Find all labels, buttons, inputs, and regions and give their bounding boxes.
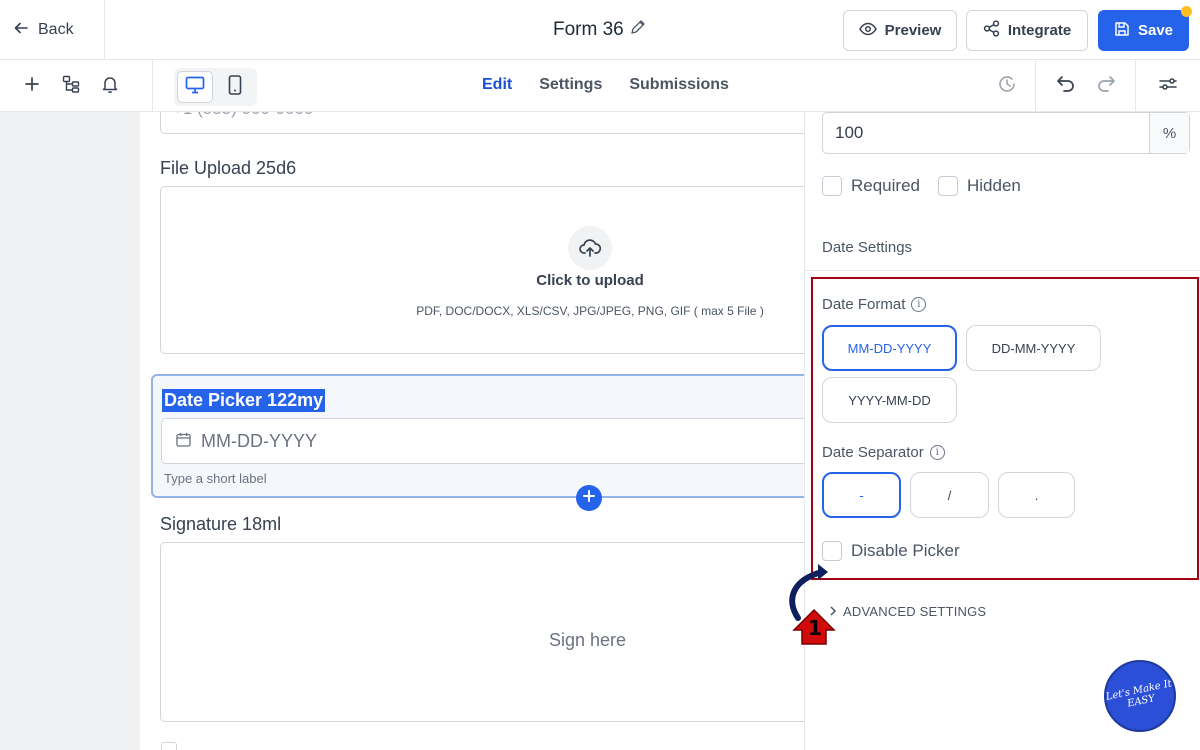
desktop-view-button[interactable]	[177, 71, 213, 103]
form-title-text: Form 36	[553, 19, 624, 40]
upload-cloud-icon	[568, 226, 612, 270]
back-button[interactable]: Back	[0, 0, 105, 60]
field-settings-button[interactable]	[1135, 60, 1200, 112]
highlight-box	[811, 277, 1199, 580]
date-separator-label: Date Separator	[822, 444, 924, 461]
device-toggle	[174, 68, 257, 106]
info-icon[interactable]: i	[911, 297, 927, 312]
date-picker-label[interactable]: Date Picker 122my	[162, 389, 326, 412]
form-canvas: +1 (555) 000-0000 File Upload 25d6 Click…	[140, 112, 804, 750]
eye-icon	[858, 22, 877, 40]
desktop-icon	[185, 76, 205, 99]
partial-checkbox[interactable]	[161, 742, 177, 750]
sliders-icon	[1159, 76, 1177, 97]
disable-picker-checkbox-box[interactable]	[822, 541, 842, 561]
canvas-background	[0, 112, 140, 750]
tab-settings[interactable]: Settings	[539, 76, 602, 94]
file-upload-dropzone[interactable]	[160, 186, 804, 354]
floppy-icon	[1114, 21, 1130, 41]
file-upload-label: File Upload 25d6	[160, 158, 297, 178]
signature-label: Signature 18ml	[160, 514, 282, 534]
required-checkbox-box[interactable]	[822, 176, 842, 196]
date-picker-placeholder: MM-DD-YYYY	[201, 430, 317, 451]
tab-submissions[interactable]: Submissions	[629, 76, 729, 94]
plus-icon[interactable]	[24, 76, 40, 97]
notification-dot	[1181, 6, 1192, 17]
calendar-icon	[176, 431, 191, 452]
hidden-checkbox[interactable]: Hidden	[938, 176, 1021, 196]
tab-bar: Edit Settings Submissions	[482, 76, 729, 94]
width-value[interactable]: 100	[823, 113, 1149, 153]
top-bar: Back Form 36 Preview Integrate Save	[0, 0, 1200, 60]
history-button[interactable]	[981, 60, 1033, 112]
app-root: Back Form 36 Preview Integrate Save Edit…	[0, 0, 1200, 750]
phone-input[interactable]: +1 (555) 000-0000	[160, 112, 804, 134]
separator-dash[interactable]: -	[822, 472, 901, 518]
date-separator-heading: Date Separator i	[822, 444, 945, 461]
separator-dot[interactable]: .	[998, 472, 1075, 518]
advanced-settings-label: ADVANCED SETTINGS	[843, 604, 987, 619]
mobile-view-button[interactable]	[217, 71, 253, 103]
arrow-left-icon	[14, 21, 28, 40]
plus-icon	[583, 489, 595, 507]
upload-cta[interactable]: Click to upload	[160, 272, 804, 289]
hidden-label: Hidden	[967, 176, 1021, 195]
format-mm-dd-yyyy[interactable]: MM-DD-YYYY	[822, 325, 957, 371]
date-picker-input[interactable]: MM-DD-YYYY	[161, 418, 804, 464]
save-label: Save	[1137, 22, 1174, 39]
upload-file-types: PDF, DOC/DOCX, XLS/CSV, JPG/JPEG, PNG, G…	[416, 304, 764, 318]
undo-redo-group	[1035, 60, 1135, 112]
tab-edit[interactable]: Edit	[482, 76, 512, 94]
mobile-icon	[228, 74, 242, 100]
preview-label: Preview	[884, 22, 942, 39]
integrate-button[interactable]: Integrate	[966, 10, 1088, 51]
signature-pad[interactable]	[160, 542, 804, 722]
watermark-badge: Let's Make It EASY	[1104, 660, 1176, 732]
date-picker-field[interactable]: Date Picker 122my MM-DD-YYYY Type a shor…	[151, 374, 804, 498]
editor-toolbar: Edit Settings Submissions	[0, 60, 1200, 112]
required-label: Required	[851, 176, 920, 195]
advanced-settings-toggle[interactable]: ADVANCED SETTINGS	[829, 604, 986, 619]
required-checkbox[interactable]: Required	[822, 176, 920, 196]
redo-icon[interactable]	[1096, 75, 1116, 98]
preview-button[interactable]: Preview	[843, 10, 957, 51]
share-icon	[983, 20, 1000, 41]
section-divider	[805, 270, 1200, 271]
back-label: Back	[38, 21, 74, 38]
bell-icon[interactable]	[102, 75, 118, 98]
info-icon[interactable]: i	[929, 445, 945, 460]
format-yyyy-mm-dd[interactable]: YYYY-MM-DD	[822, 377, 957, 423]
width-input[interactable]: 100 %	[822, 112, 1190, 154]
pencil-icon[interactable]	[630, 19, 646, 41]
disable-picker-label: Disable Picker	[851, 541, 960, 560]
step-number: 1	[808, 616, 822, 640]
settings-panel: 100 % Required Hidden Date Settings Date…	[804, 112, 1200, 750]
date-settings-title: Date Settings	[822, 239, 913, 256]
hidden-checkbox-box[interactable]	[938, 176, 958, 196]
watermark-text: Let's Make It EASY	[1104, 678, 1173, 710]
signature-placeholder: Sign here	[549, 630, 627, 650]
date-format-label: Date Format	[822, 296, 906, 313]
format-dd-mm-yyyy[interactable]: DD-MM-YYYY	[966, 325, 1101, 371]
integrate-label: Integrate	[1007, 22, 1072, 39]
structure-icon[interactable]	[62, 75, 80, 98]
disable-picker-checkbox[interactable]: Disable Picker	[822, 541, 960, 561]
separator-slash[interactable]: /	[910, 472, 989, 518]
date-picker-help-text: Type a short label	[164, 471, 267, 486]
toolbar-left-group	[0, 60, 153, 112]
form-title[interactable]: Form 36	[553, 19, 646, 41]
date-format-heading: Date Format i	[822, 296, 927, 313]
history-icon	[997, 74, 1017, 99]
save-button[interactable]: Save	[1098, 6, 1192, 51]
undo-icon[interactable]	[1056, 75, 1076, 98]
add-field-button[interactable]	[576, 485, 602, 511]
width-unit: %	[1149, 113, 1189, 153]
